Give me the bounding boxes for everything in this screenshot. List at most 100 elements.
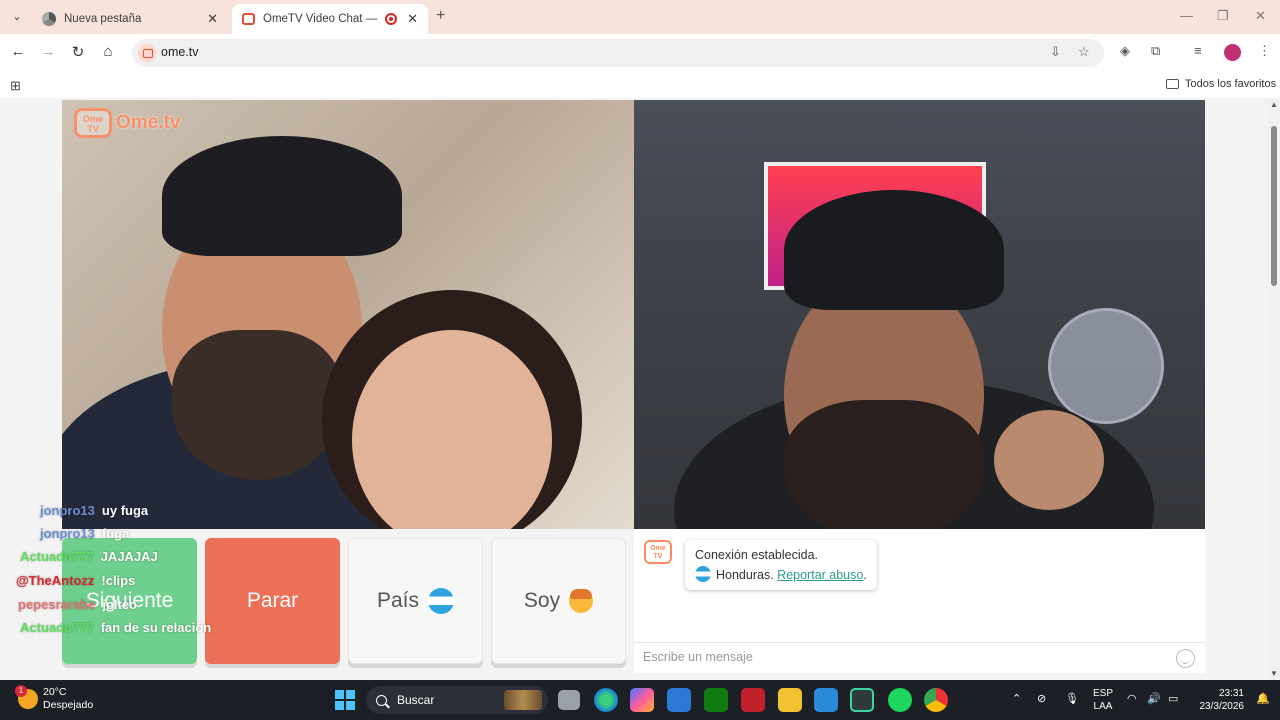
file-explorer-icon[interactable] (778, 688, 802, 712)
hand-shape (994, 410, 1104, 510)
honduras-flag-icon (695, 566, 711, 582)
url-text[interactable]: ome.tv (161, 45, 199, 59)
reload-icon[interactable]: ↻ (68, 43, 88, 61)
lang-line1: ESP (1093, 688, 1114, 699)
sun-icon: 1 (15, 685, 38, 709)
minimize-icon[interactable]: — (1180, 8, 1193, 23)
profile-avatar[interactable] (1224, 44, 1241, 61)
connection-bubble: Conexión establecida. Honduras. Reportar… (685, 540, 877, 590)
overlay-message: fan de su relación (100, 620, 212, 635)
overlay-user: jonpro13 (40, 526, 95, 541)
chrome-icon[interactable] (924, 688, 948, 712)
notifications-bell-icon[interactable]: 🔔 (1256, 692, 1270, 705)
ometv-favicon-icon (242, 13, 255, 25)
fan-shape (1048, 308, 1164, 424)
taskbar-search[interactable]: Buscar (366, 686, 548, 714)
media-controls-icon[interactable]: ≡ (1194, 43, 1202, 58)
browser-tab-bar: ⌄ Nueva pestaña ✕ OmeTV Video Chat — Ome… (0, 0, 1280, 34)
country-name: Honduras. (716, 568, 774, 582)
report-abuse-link[interactable]: Reportar abuso (777, 568, 863, 582)
scroll-up-icon[interactable]: ▲ (1270, 100, 1278, 109)
emoji-icon[interactable] (1176, 649, 1195, 668)
menu-kebab-icon[interactable]: ⋮ (1258, 43, 1271, 59)
notification-badge: 1 (15, 685, 27, 697)
apps-grid-icon[interactable]: ⊞ (10, 78, 21, 94)
scrollbar-thumb[interactable] (1271, 126, 1277, 286)
volume-icon[interactable]: 🔊 (1147, 692, 1161, 705)
restore-icon[interactable]: ❐ (1217, 8, 1229, 24)
site-info-icon[interactable] (138, 44, 156, 62)
gender-button[interactable]: Soy (491, 538, 626, 664)
search-icon (376, 694, 387, 706)
browser-toolbar: ← → ↻ ⌂ ome.tv ⇩ ☆ (0, 34, 1280, 72)
install-app-icon[interactable]: ⇩ (1050, 44, 1061, 60)
extension-icon[interactable]: ◈ (1120, 43, 1130, 59)
all-bookmarks-label: Todos los favoritos (1185, 78, 1277, 90)
puzzle-extensions-icon[interactable]: ⧉ (1151, 43, 1160, 59)
wifi-icon[interactable]: ◠ (1127, 692, 1137, 705)
task-view-icon[interactable] (558, 690, 580, 710)
temperature: 20°C (43, 686, 67, 698)
overlay-line: jonpro13 uy fuga (40, 503, 148, 518)
close-tab-icon[interactable]: ✕ (207, 11, 218, 27)
show-hidden-icons[interactable]: ⌃ (1012, 692, 1021, 705)
game-launcher-icon[interactable] (741, 688, 765, 712)
overlay-line: Actuado777 fan de su relación (20, 620, 211, 635)
chat-panel: Ome TV Conexión establecida. Honduras. R… (634, 529, 1205, 673)
vertical-scrollbar[interactable]: ▲ ▼ (1268, 98, 1280, 680)
overlay-user: jonpro13 (40, 503, 95, 518)
overlay-user: Actuado777 (20, 620, 94, 635)
language-indicator[interactable]: ESP LAA (1093, 687, 1113, 713)
ometv-logo-text: Ome.tv (116, 112, 181, 133)
time: 23:31 (1218, 688, 1244, 699)
weather-widget[interactable]: 1 20°C Despejado (15, 685, 94, 712)
recording-indicator-icon (385, 13, 398, 25)
country-button[interactable]: País (348, 538, 483, 664)
copilot-icon[interactable] (630, 688, 654, 712)
honduras-flag-icon (428, 588, 455, 614)
close-tab-icon[interactable]: ✕ (407, 11, 418, 27)
tab-search-menu-button[interactable]: ⌄ (8, 9, 26, 25)
new-tab-button[interactable]: + (436, 7, 445, 25)
microphone-icon[interactable]: 🎙 (1065, 692, 1079, 705)
weather-condition: Despejado (43, 699, 94, 711)
stop-button[interactable]: Parar (205, 538, 340, 664)
forward-arrow-icon[interactable]: → (38, 43, 58, 60)
home-icon[interactable]: ⌂ (98, 43, 118, 60)
ometv-logo-icon: Ome TV (644, 540, 672, 564)
tab-ometv[interactable]: OmeTV Video Chat — Ome ✕ (232, 4, 428, 34)
date: 23/3/2026 (1199, 701, 1245, 712)
windows-taskbar: 1 20°C Despejado Buscar ⌃ ⊘ 🎙 ESP LAA ◠ 🔊 … (0, 680, 1280, 720)
address-bar[interactable]: ome.tv ⇩ ☆ (132, 39, 1104, 67)
overlay-message: JAJAJAJ (100, 549, 158, 564)
stop-label: Parar (246, 589, 299, 612)
overlay-user: Actuado777 (20, 549, 94, 564)
report-suffix: . (863, 568, 867, 582)
bookmark-star-icon[interactable]: ☆ (1078, 44, 1090, 60)
all-bookmarks-button[interactable]: Todos los favoritos (1166, 78, 1276, 90)
start-windows-icon[interactable] (335, 690, 355, 710)
scroll-down-icon[interactable]: ▼ (1270, 669, 1278, 678)
close-window-icon[interactable]: ✕ (1255, 8, 1266, 24)
active-app-icon[interactable] (850, 688, 874, 712)
back-arrow-icon[interactable]: ← (8, 43, 28, 60)
cap-shape (784, 190, 1004, 310)
message-input[interactable] (643, 650, 1163, 664)
overlay-user: @TheAntozz (16, 573, 95, 588)
clock[interactable]: 23:31 23/3/2026 (1196, 687, 1245, 713)
xbox-icon[interactable] (704, 688, 728, 712)
bookmarks-bar: ⊞ Todos los favoritos (0, 72, 1280, 98)
microsoft-store-icon[interactable] (667, 688, 691, 712)
network-off-icon[interactable]: ⊘ (1037, 692, 1046, 705)
country-line: Honduras. Reportar abuso. (695, 565, 867, 585)
vscode-icon[interactable] (814, 688, 838, 712)
gender-label: Soy (523, 589, 561, 612)
spotify-icon[interactable] (888, 688, 912, 712)
overlay-line: @TheAntozz !clips (16, 573, 135, 588)
edge-browser-icon[interactable] (594, 688, 618, 712)
battery-icon[interactable]: ▭ (1168, 692, 1178, 705)
system-message: Ome TV Conexión establecida. Honduras. R… (644, 540, 877, 590)
ometv-watermark: Ome TV Ome.tv (74, 108, 180, 138)
overlay-line: Actuado777 JAJAJAJ (20, 549, 158, 564)
tab-new-tab[interactable]: Nueva pestaña ✕ (32, 4, 228, 34)
